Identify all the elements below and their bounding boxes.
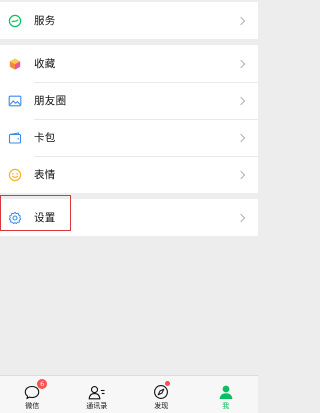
chevron-right-icon: [236, 133, 246, 142]
services-icon: [8, 14, 22, 28]
compass-icon: [151, 381, 171, 400]
tab-discover[interactable]: 发现: [129, 376, 194, 413]
services-group: 服务: [0, 2, 258, 39]
tab-label: 我: [222, 402, 230, 410]
cards-label: 卡包: [34, 132, 56, 144]
stickers-label: 表情: [34, 169, 56, 181]
favorites-label: 收藏: [34, 58, 56, 70]
unread-badge: 6: [37, 379, 48, 389]
settings-label: 设置: [34, 212, 56, 224]
settings-group: 设置: [0, 199, 258, 236]
smiley-icon: [8, 168, 22, 182]
chevron-right-icon: [236, 213, 246, 222]
tab-chats[interactable]: 6 微信: [0, 376, 65, 413]
chevron-right-icon: [236, 16, 246, 25]
favorites-row[interactable]: 收藏: [0, 45, 258, 82]
person-icon: [216, 382, 236, 400]
gear-icon: [8, 211, 22, 225]
tab-label: 微信: [25, 402, 40, 410]
features-group: 收藏 朋友圈 卡包 表情: [0, 45, 258, 193]
tab-me[interactable]: 我: [194, 376, 259, 413]
chevron-right-icon: [236, 170, 246, 179]
services-label: 服务: [34, 15, 56, 27]
tab-label: 发现: [154, 402, 169, 410]
favorites-cube-icon: [8, 57, 22, 71]
chevron-right-icon: [236, 59, 246, 68]
stickers-row[interactable]: 表情: [0, 156, 258, 193]
wallet-icon: [8, 131, 22, 145]
services-row[interactable]: 服务: [0, 2, 258, 39]
contacts-icon: [87, 382, 107, 400]
tab-contacts[interactable]: 通讯录: [65, 376, 130, 413]
moments-row[interactable]: 朋友圈: [0, 82, 258, 119]
tab-label: 通讯录: [86, 402, 108, 410]
chat-bubble-icon: 6: [22, 379, 48, 400]
chevron-right-icon: [236, 96, 246, 105]
new-dot-indicator: [165, 381, 171, 386]
bottom-tab-bar: 6 微信 通讯录 发现 我: [0, 375, 258, 413]
album-icon: [8, 94, 22, 108]
settings-row[interactable]: 设置: [0, 199, 258, 236]
cards-row[interactable]: 卡包: [0, 119, 258, 156]
moments-label: 朋友圈: [34, 95, 67, 107]
